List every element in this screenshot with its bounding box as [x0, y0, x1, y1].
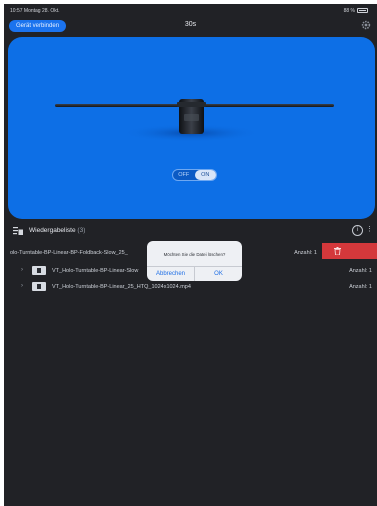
playlist-header: Wiedergabeliste (3) i ⋮	[13, 224, 373, 240]
device-preview: OFF ON	[8, 37, 375, 219]
battery-level: 88 %	[343, 8, 355, 14]
list-item-count: Anzahl: 1	[349, 284, 372, 290]
status-bar: 10:57 Montag 28. Okt. 88 %	[4, 4, 377, 16]
delete-confirm-dialog: Möchten Sie die Datei löschen? Abbrechen…	[147, 241, 242, 281]
gear-icon[interactable]	[361, 20, 371, 30]
toggle-off-label[interactable]: OFF	[173, 170, 195, 180]
chevron-right-icon[interactable]: ›	[21, 267, 23, 273]
list-item-name: olo-Turntable-BP-Linear-BP-Foldback-Slow…	[10, 250, 128, 256]
list-item-count: Anzahl: 1	[294, 250, 317, 256]
ok-button[interactable]: OK	[194, 267, 242, 281]
trash-icon	[334, 247, 341, 255]
dialog-actions: Abbrechen OK	[147, 266, 242, 281]
app-screen: 10:57 Montag 28. Okt. 88 % Gerät verbind…	[4, 4, 377, 506]
info-icon[interactable]: i	[352, 225, 363, 236]
toggle-on-label[interactable]: ON	[194, 170, 216, 180]
playlist-icon	[13, 227, 23, 235]
battery-icon	[357, 8, 368, 13]
delete-button[interactable]	[322, 243, 377, 259]
more-icon[interactable]: ⋮	[366, 225, 373, 233]
dialog-message: Möchten Sie die Datei löschen?	[163, 252, 226, 257]
chevron-right-icon[interactable]: ›	[21, 283, 23, 289]
playlist-title: Wiedergabeliste (3)	[29, 227, 86, 234]
list-item-name: VT_Holo-Turntable-BP-Linear_25_HTQ_1024x…	[52, 284, 191, 290]
hologram-fan-illustration	[55, 99, 334, 142]
list-item-count: Anzahl: 1	[349, 268, 372, 274]
list-item[interactable]: › VT_Holo-Turntable-BP-Linear_25_HTQ_102…	[18, 280, 377, 294]
cancel-button[interactable]: Abbrechen	[147, 267, 194, 281]
timer-label: 30s	[184, 21, 197, 28]
video-thumbnail-icon	[32, 282, 46, 291]
list-item-name: VT_Holo-Turntable-BP-Linear-Slow	[52, 268, 139, 274]
status-time: 10:57 Montag 28. Okt.	[10, 8, 60, 14]
video-thumbnail-icon	[32, 266, 46, 275]
power-toggle[interactable]: OFF ON	[172, 169, 217, 181]
